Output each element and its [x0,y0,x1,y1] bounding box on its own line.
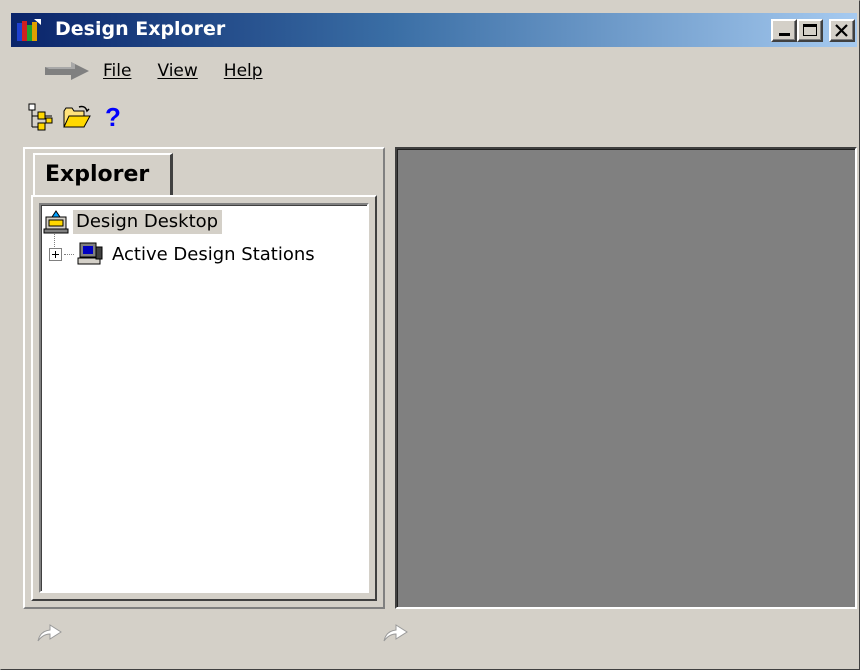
window-title: Design Explorer [55,18,226,40]
explorer-pane: Explorer Design Desktop Active Design St… [23,147,385,609]
forward-arrow-icon[interactable] [35,619,65,645]
tree-view-button[interactable] [27,103,55,131]
minimize-button[interactable] [771,19,797,42]
menu-view[interactable]: View [155,61,199,81]
workspace-pane [395,147,857,609]
tree-node-label: Design Desktop [73,210,223,234]
design-explorer-app-icon [17,19,41,41]
menu-help[interactable]: Help [222,61,265,81]
menu-file[interactable]: File [101,61,133,81]
open-folder-icon [63,105,91,128]
tab-explorer[interactable]: Explorer [33,153,173,195]
design-explorer-window: Design Explorer File View Help ? Explore… [0,0,860,670]
close-icon [835,24,848,37]
design-desktop-icon [43,210,69,234]
explorer-tab-panel: Design Desktop Active Design Stations [31,195,377,601]
help-icon: ? [105,102,121,132]
tree-view-icon [28,103,53,131]
explorer-tree[interactable]: Design Desktop Active Design Stations [39,203,369,593]
expand-icon[interactable] [49,247,62,261]
workstation-icon [77,242,103,265]
tree-node-active-design-stations[interactable]: Active Design Stations [49,239,315,269]
title-bar[interactable]: Design Explorer [11,13,857,47]
tree-node-design-desktop[interactable]: Design Desktop [43,207,223,237]
tree-connector [64,253,74,255]
forward-arrow-icon[interactable] [381,619,411,645]
help-button[interactable]: ? [99,103,127,131]
open-button[interactable] [63,103,91,131]
toolbar: ? [27,103,127,131]
back-arrow-icon[interactable] [41,61,93,81]
tree-node-label: Active Design Stations [112,243,315,265]
menu-bar: File View Help [41,57,287,85]
maximize-button[interactable] [797,19,823,42]
close-button[interactable] [829,19,855,42]
